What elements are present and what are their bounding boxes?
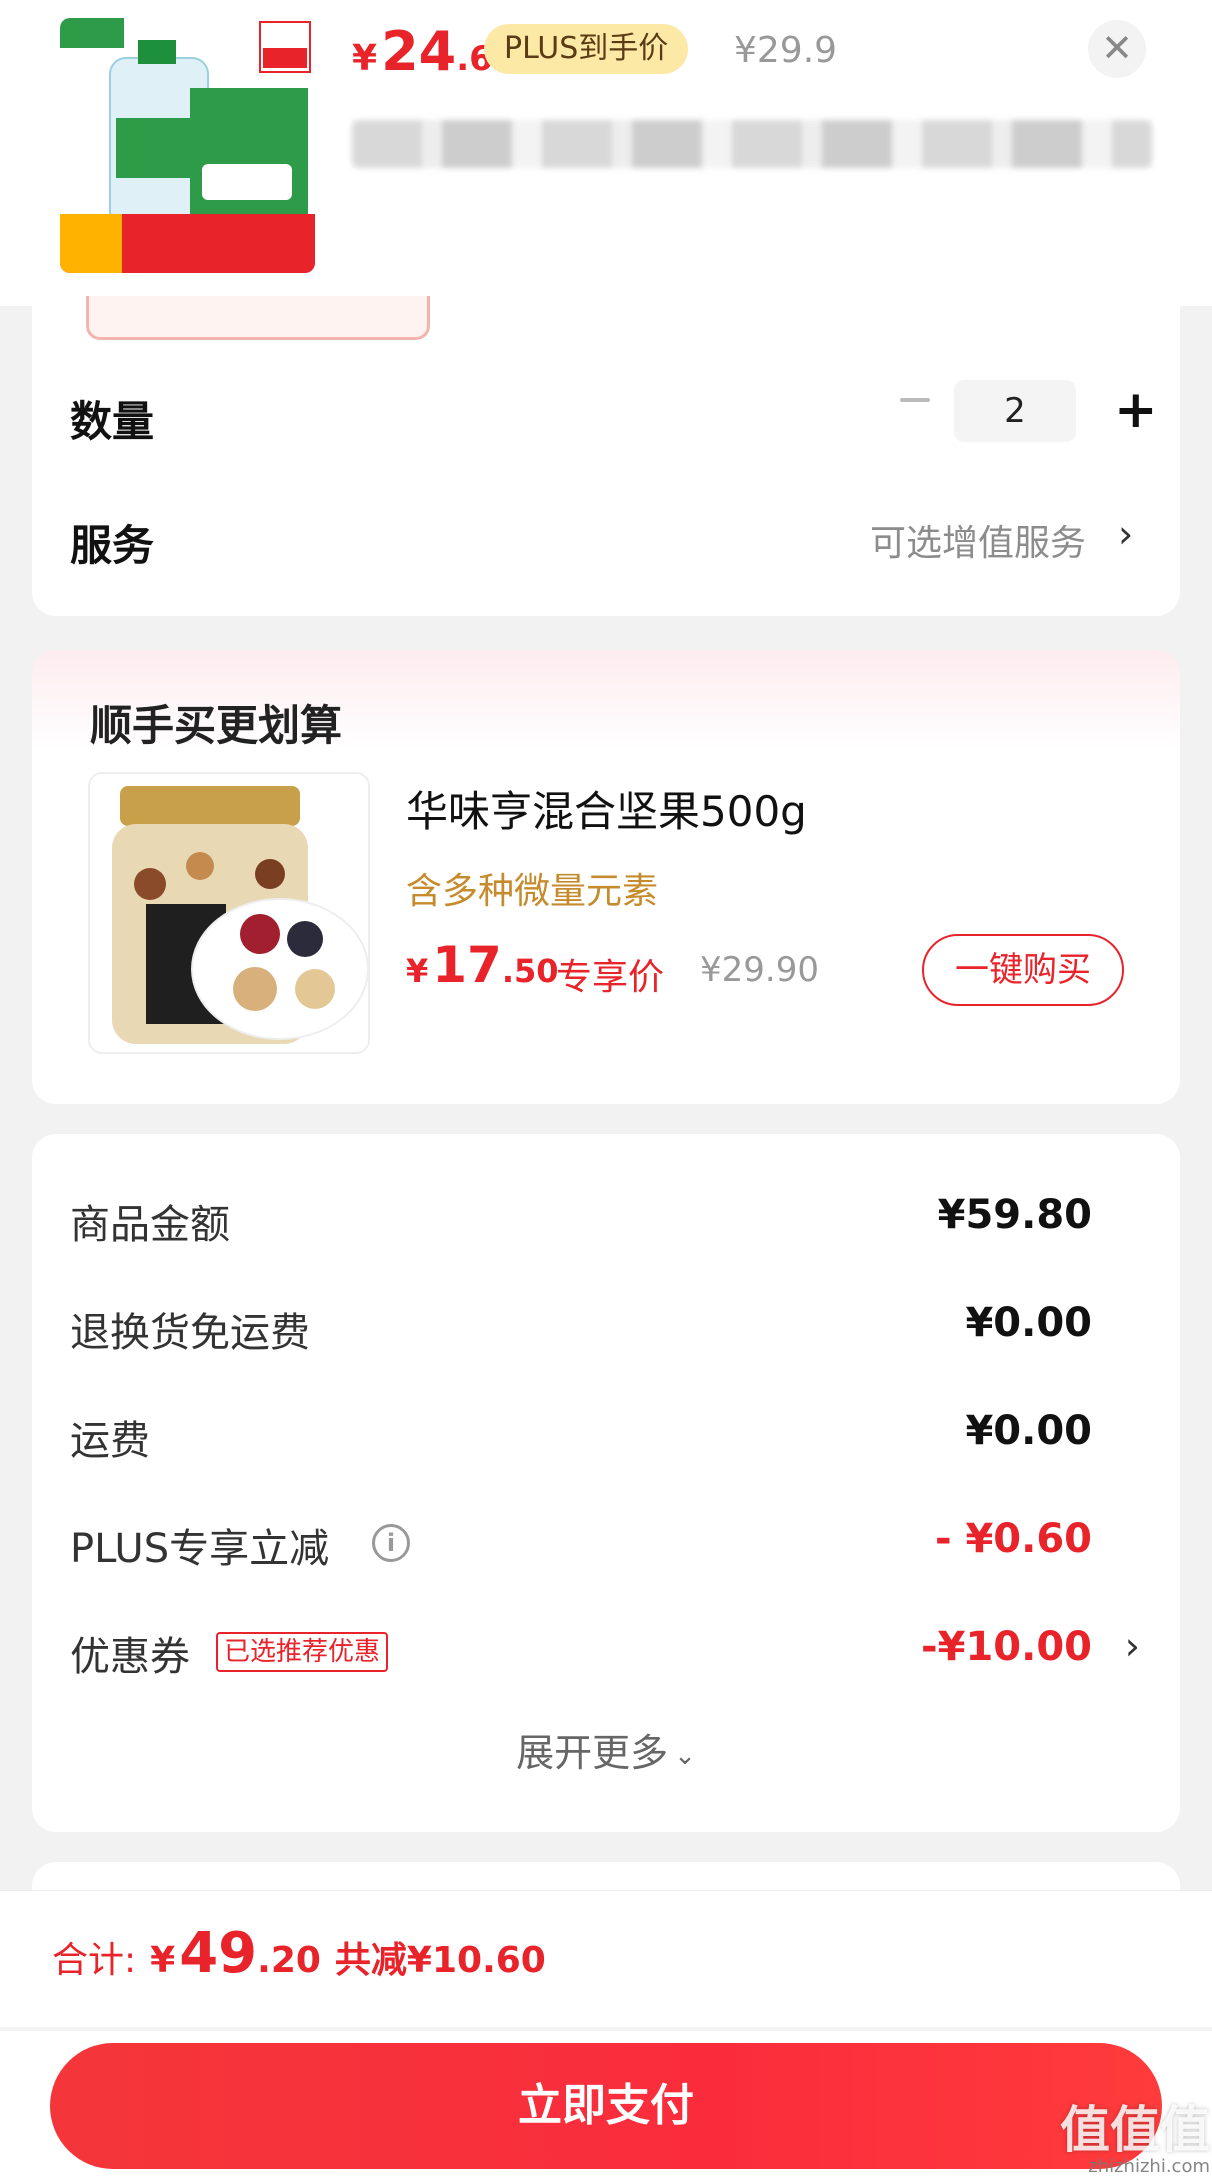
watermark-domain: zhizhizhi.com bbox=[1088, 2156, 1210, 2177]
quantity-decrease-button[interactable] bbox=[892, 398, 942, 408]
watermark-logo: 值值值 zhizhizhi.com bbox=[1060, 2090, 1210, 2177]
price-summary-card: 商品金额 ¥59.80 退换货免运费 ¥0.00 运费 ¥0.00 PLUS专享… bbox=[32, 1134, 1180, 1832]
quantity-label: 数量 bbox=[70, 397, 155, 446]
summary-row-shipping: 运费 ¥0.00 bbox=[32, 1408, 1180, 1468]
recommend-title: 顺手买更划算 bbox=[90, 701, 343, 750]
price-currency: ¥ bbox=[352, 38, 378, 79]
summary-row-return-shipping: 退换货免运费 ¥0.00 bbox=[32, 1300, 1180, 1360]
recommend-card: 顺手买更划算 华味亨混合坚果500g 含多种微量元素 ¥ 17 .50 专享价 … bbox=[32, 650, 1180, 1104]
recommend-product-image[interactable] bbox=[88, 772, 370, 1054]
info-icon[interactable]: i bbox=[372, 1524, 410, 1562]
return-shipping-label: 退换货免运费 bbox=[70, 1310, 310, 1356]
total-currency: ¥ bbox=[150, 1940, 176, 1981]
total-decimal: .20 bbox=[257, 1940, 321, 1981]
shipping-label: 运费 bbox=[70, 1418, 150, 1464]
pay-now-button[interactable]: 立即支付 bbox=[50, 2043, 1162, 2169]
exclusive-price-tag: 专享价 bbox=[556, 957, 665, 998]
original-price: ¥29.9 bbox=[734, 30, 838, 71]
summary-row-subtotal: 商品金额 ¥59.80 bbox=[32, 1192, 1180, 1252]
subtotal-value: ¥59.80 bbox=[937, 1192, 1092, 1238]
summary-row-plus-discount: PLUS专享立减 i - ¥0.60 bbox=[32, 1516, 1180, 1576]
quantity-input[interactable]: 2 bbox=[954, 380, 1076, 442]
recommend-price-currency: ¥ bbox=[406, 952, 429, 990]
recommend-original-price: ¥29.90 bbox=[700, 950, 819, 990]
quantity-increase-button[interactable]: + bbox=[1114, 384, 1158, 436]
plus-price-tag: PLUS到手价 bbox=[484, 24, 689, 74]
watermark-brand: 值值值 bbox=[1060, 2101, 1210, 2159]
shipping-value: ¥0.00 bbox=[965, 1408, 1092, 1454]
expand-more-label: 展开更多 bbox=[516, 1731, 669, 1775]
price-integer: 24 bbox=[381, 20, 457, 83]
selected-spec-chip[interactable] bbox=[86, 296, 430, 340]
total-integer: 49 bbox=[179, 1921, 258, 1986]
coupon-label: 优惠券 bbox=[70, 1634, 190, 1680]
return-shipping-value: ¥0.00 bbox=[965, 1300, 1092, 1346]
recommend-price: ¥ 17 .50 bbox=[406, 936, 559, 994]
subtotal-label: 商品金额 bbox=[70, 1202, 230, 1248]
product-header: ¥ 24 .6 PLUS到手价 ¥29.9 ✕ bbox=[0, 0, 1212, 306]
checkout-bar: 合计: ¥ 49 .20 共减¥10.60 立即支付 bbox=[0, 1890, 1212, 2180]
recommend-price-integer: 17 bbox=[432, 936, 502, 994]
options-card: 数量 2 + 服务 可选增值服务 › bbox=[32, 296, 1180, 616]
divider bbox=[0, 2027, 1212, 2031]
chevron-right-icon[interactable]: › bbox=[1125, 1624, 1140, 1668]
summary-row-coupon[interactable]: 优惠券 已选推荐优惠 -¥10.00 › bbox=[32, 1624, 1180, 1684]
one-click-buy-button[interactable]: 一键购买 bbox=[922, 934, 1124, 1006]
close-icon: ✕ bbox=[1101, 26, 1133, 70]
product-price: ¥ 24 .6 bbox=[352, 20, 493, 83]
chevron-down-icon: ⌄ bbox=[674, 1740, 696, 1771]
service-label: 服务 bbox=[70, 521, 155, 570]
coupon-value: -¥10.00 bbox=[921, 1624, 1092, 1670]
nut-jar-image bbox=[90, 774, 368, 1052]
total-line: 合计: ¥ 49 .20 共减¥10.60 bbox=[52, 1921, 546, 1986]
plus-discount-value: - ¥0.60 bbox=[934, 1516, 1092, 1562]
total-label: 合计: bbox=[52, 1940, 137, 1981]
plus-discount-label: PLUS专享立减 bbox=[70, 1526, 330, 1572]
recommend-product-subtitle: 含多种微量元素 bbox=[406, 871, 659, 912]
chevron-right-icon[interactable]: › bbox=[1118, 512, 1133, 556]
recommend-price-decimal: .50 bbox=[501, 952, 559, 990]
total-saved: 共减¥10.60 bbox=[334, 1940, 546, 1981]
blurred-product-title bbox=[352, 120, 1152, 168]
product-thumbnail[interactable] bbox=[60, 18, 315, 273]
expand-more-button[interactable]: 展开更多 ⌄ bbox=[32, 1722, 1180, 1777]
service-hint[interactable]: 可选增值服务 bbox=[870, 514, 1086, 566]
close-button[interactable]: ✕ bbox=[1088, 20, 1146, 78]
recommend-product-name[interactable]: 华味亨混合坚果500g bbox=[406, 778, 807, 839]
water-bottle-image bbox=[60, 18, 315, 273]
coupon-selected-badge: 已选推荐优惠 bbox=[216, 1632, 389, 1672]
